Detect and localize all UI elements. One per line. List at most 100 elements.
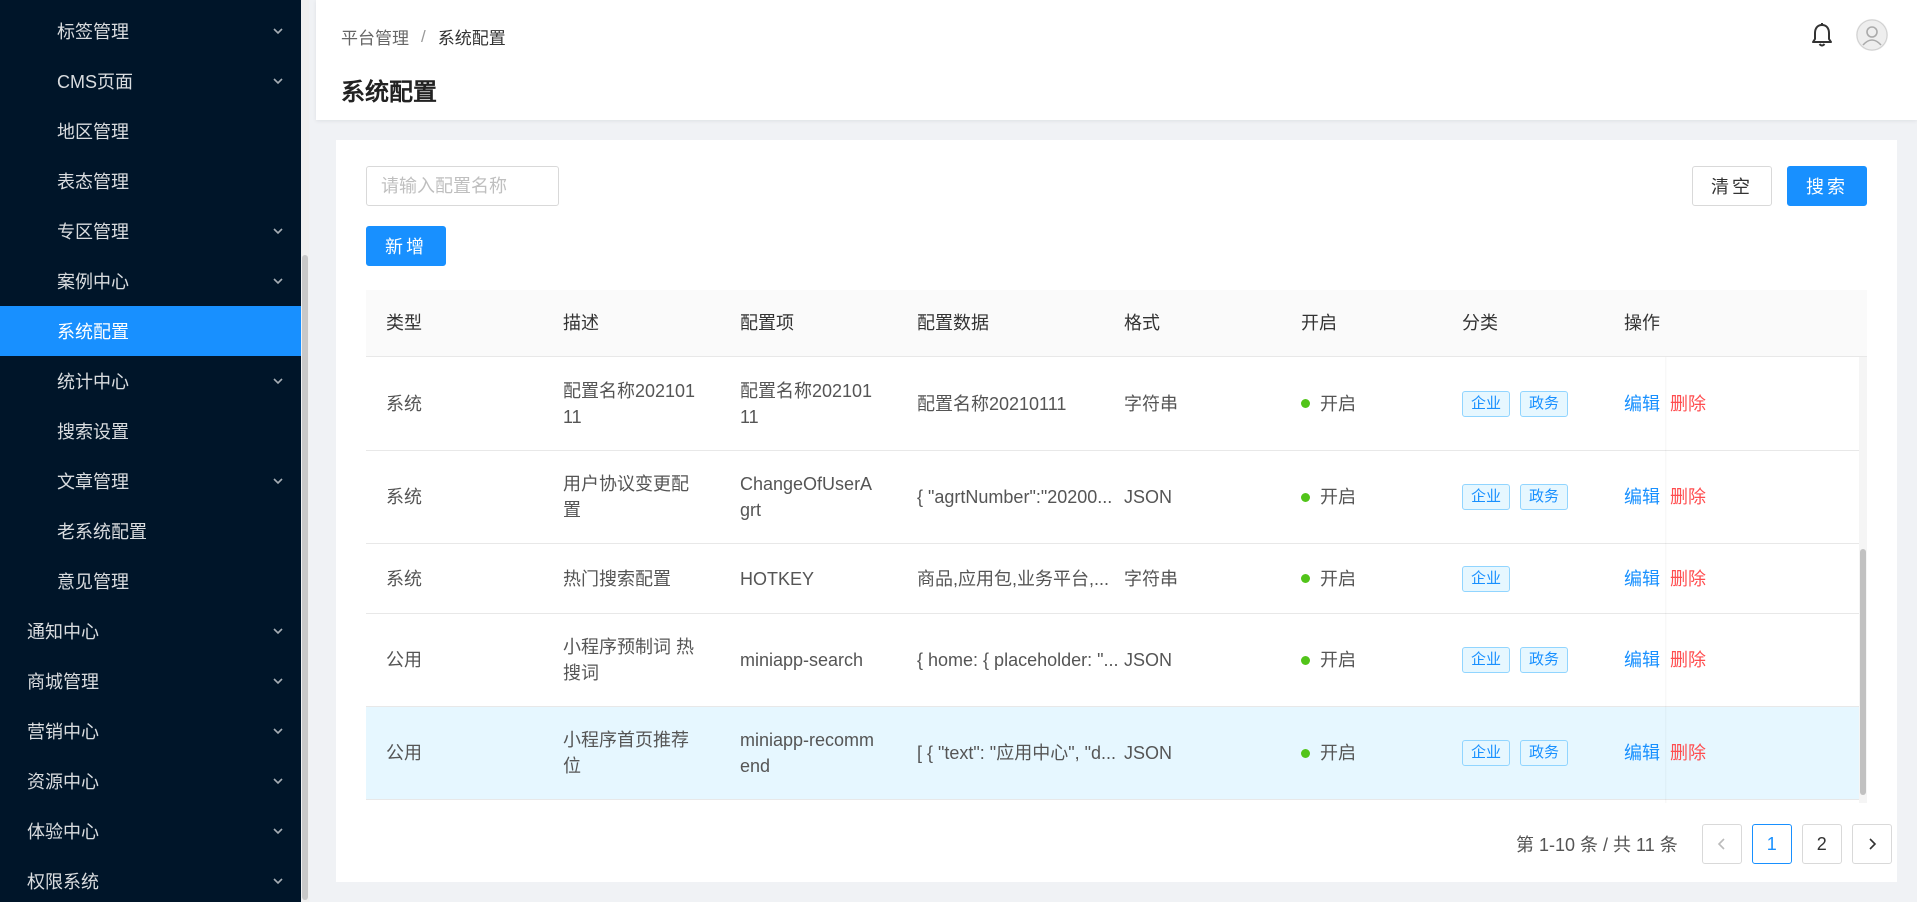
- cell-desc-text: 小程序首页推荐位: [563, 730, 689, 776]
- next-page-button[interactable]: [1851, 824, 1892, 864]
- sidebar-item-label: 意见管理: [57, 572, 129, 592]
- category-tag: 政务: [1520, 647, 1569, 673]
- chevron-down-icon: [271, 274, 285, 288]
- sidebar-item-label: 地区管理: [57, 122, 129, 142]
- sidebar-item[interactable]: 通知中心: [0, 606, 309, 656]
- chevron-right-icon: [1869, 838, 1876, 850]
- cell-key: 配置名称20210111: [740, 357, 880, 450]
- edit-link[interactable]: 编辑: [1624, 647, 1660, 673]
- cell-type-text: 公用: [386, 743, 422, 763]
- sidebar-scrollbar-thumb[interactable]: [302, 255, 308, 900]
- sidebar-item[interactable]: 体验中心: [0, 806, 309, 856]
- breadcrumb-item-platform[interactable]: 平台管理: [341, 24, 409, 49]
- sidebar-item[interactable]: 文章管理: [0, 456, 309, 506]
- sidebar-item[interactable]: 地区管理: [0, 106, 309, 156]
- search-button[interactable]: 搜索: [1787, 166, 1867, 206]
- column-header-key[interactable]: 配置项: [740, 290, 794, 357]
- config-name-search-input[interactable]: [366, 166, 559, 206]
- cell-desc: 用户协议变更配置: [563, 451, 703, 543]
- sidebar-item[interactable]: 搜索设置: [0, 406, 309, 456]
- sidebar-item[interactable]: 统计中心: [0, 356, 309, 406]
- sidebar-item[interactable]: 资源中心: [0, 756, 309, 806]
- sidebar-item[interactable]: 专区管理: [0, 206, 309, 256]
- status-dot-icon: [1301, 492, 1310, 502]
- cell-desc: 小程序首页推荐位: [563, 707, 703, 799]
- cell-data: { "agrtNumber":"20200...: [917, 451, 1112, 543]
- sidebar-item[interactable]: 意见管理: [0, 556, 309, 606]
- cell-desc-text: 热门搜索配置: [563, 568, 671, 589]
- sidebar-scrollbar[interactable]: [301, 0, 309, 902]
- category-tag: 政务: [1520, 484, 1569, 510]
- column-header-type[interactable]: 类型: [386, 290, 422, 357]
- page-header: 平台管理 / 系统配置 系统配置: [316, 0, 1917, 120]
- table-row[interactable]: 系统 配置名称20210111 配置名称20210111 配置名称20210111 字符…: [366, 357, 1867, 451]
- table-scrollbar[interactable]: [1859, 357, 1867, 803]
- chevron-down-icon: [271, 874, 285, 888]
- user-avatar-icon[interactable]: [1856, 19, 1888, 51]
- prev-page-button[interactable]: [1701, 824, 1742, 864]
- edit-link[interactable]: 编辑: [1624, 391, 1660, 417]
- cell-format: 字符串: [1124, 544, 1178, 613]
- sidebar-item[interactable]: 商城管理: [0, 656, 309, 706]
- cell-key-text: ChangeOfUserAgrt: [740, 474, 873, 520]
- sidebar-item-label: 通知中心: [27, 622, 99, 642]
- clear-button[interactable]: 清空: [1692, 166, 1772, 206]
- table-row[interactable]: 系统 用户协议变更配置 ChangeOfUserAgrt { "agrtNumber"…: [366, 451, 1867, 544]
- cell-key: miniapp-search: [740, 614, 880, 706]
- sidebar-item[interactable]: 权限系统: [0, 856, 309, 902]
- cell-format: JSON: [1124, 451, 1172, 543]
- cell-key-text: HOTKEY: [740, 568, 815, 589]
- chevron-down-icon: [271, 824, 285, 838]
- column-header-enabled[interactable]: 开启: [1301, 290, 1337, 357]
- page-title: 系统配置: [341, 79, 437, 106]
- sidebar-item[interactable]: 营销中心: [0, 706, 309, 756]
- breadcrumb: 平台管理 / 系统配置: [341, 24, 506, 49]
- chevron-down-icon: [271, 774, 285, 788]
- sidebar-item[interactable]: CMS页面: [0, 56, 309, 106]
- table-row[interactable]: 公用 小程序首页推荐位 miniapp-recommend [ { "text": "…: [366, 707, 1867, 800]
- chevron-down-icon: [271, 224, 285, 238]
- cell-type-text: 系统: [386, 568, 422, 589]
- table-row[interactable]: 系统 热门搜索配置 HOTKEY 商品,应用包,业务平台,... 字符串 开启 企业 编辑 删除: [366, 544, 1867, 614]
- cell-key: ChangeOfUserAgrt: [740, 451, 880, 543]
- delete-link[interactable]: 删除: [1670, 391, 1706, 417]
- column-header-format[interactable]: 格式: [1124, 290, 1160, 357]
- table-scrollbar-thumb[interactable]: [1860, 549, 1866, 795]
- add-button[interactable]: 新增: [366, 226, 446, 266]
- delete-link[interactable]: 删除: [1670, 566, 1706, 592]
- table-row[interactable]: 公用 小程序预制词 热搜词 miniapp-search { home: { plac…: [366, 614, 1867, 707]
- cell-type: 公用: [386, 707, 422, 799]
- chevron-left-icon: [1717, 838, 1725, 850]
- sidebar-item-label: 资源中心: [27, 772, 99, 792]
- sidebar-item[interactable]: 表态管理: [0, 156, 309, 206]
- chevron-down-icon: [271, 474, 285, 488]
- cell-status: 开启: [1301, 451, 1356, 543]
- sidebar-item-label: 体验中心: [27, 822, 99, 842]
- column-header-data[interactable]: 配置数据: [917, 290, 989, 357]
- sidebar-item[interactable]: 标签管理: [0, 6, 309, 56]
- cell-desc-text: 配置名称20210111: [563, 380, 696, 427]
- page-button-2[interactable]: 2: [1801, 824, 1842, 864]
- delete-link[interactable]: 删除: [1670, 647, 1706, 673]
- cell-format-text: JSON: [1124, 650, 1173, 670]
- edit-link[interactable]: 编辑: [1624, 740, 1660, 766]
- cell-key-text: miniapp-recommend: [740, 730, 875, 776]
- delete-link[interactable]: 删除: [1670, 484, 1706, 510]
- cell-format: JSON: [1124, 707, 1172, 799]
- delete-link[interactable]: 删除: [1670, 740, 1706, 766]
- edit-link[interactable]: 编辑: [1624, 484, 1660, 510]
- page-button-1[interactable]: 1: [1751, 824, 1792, 864]
- sidebar-item[interactable]: 老系统配置: [0, 506, 309, 556]
- edit-link[interactable]: 编辑: [1624, 566, 1660, 592]
- category-tag: 企业: [1462, 565, 1511, 592]
- sidebar-item-label: 权限系统: [27, 872, 99, 892]
- category-tag: 企业: [1462, 390, 1511, 417]
- column-header-category[interactable]: 分类: [1462, 290, 1498, 357]
- status-dot-icon: [1301, 748, 1310, 758]
- sidebar-item[interactable]: 系统配置: [0, 306, 309, 356]
- bell-icon[interactable]: [1807, 20, 1837, 50]
- sidebar-item[interactable]: 案例中心: [0, 256, 309, 306]
- column-header-desc[interactable]: 描述: [563, 290, 599, 357]
- sidebar-item-label: CMS页面: [57, 72, 133, 92]
- sidebar-item-label: 系统配置: [57, 322, 129, 342]
